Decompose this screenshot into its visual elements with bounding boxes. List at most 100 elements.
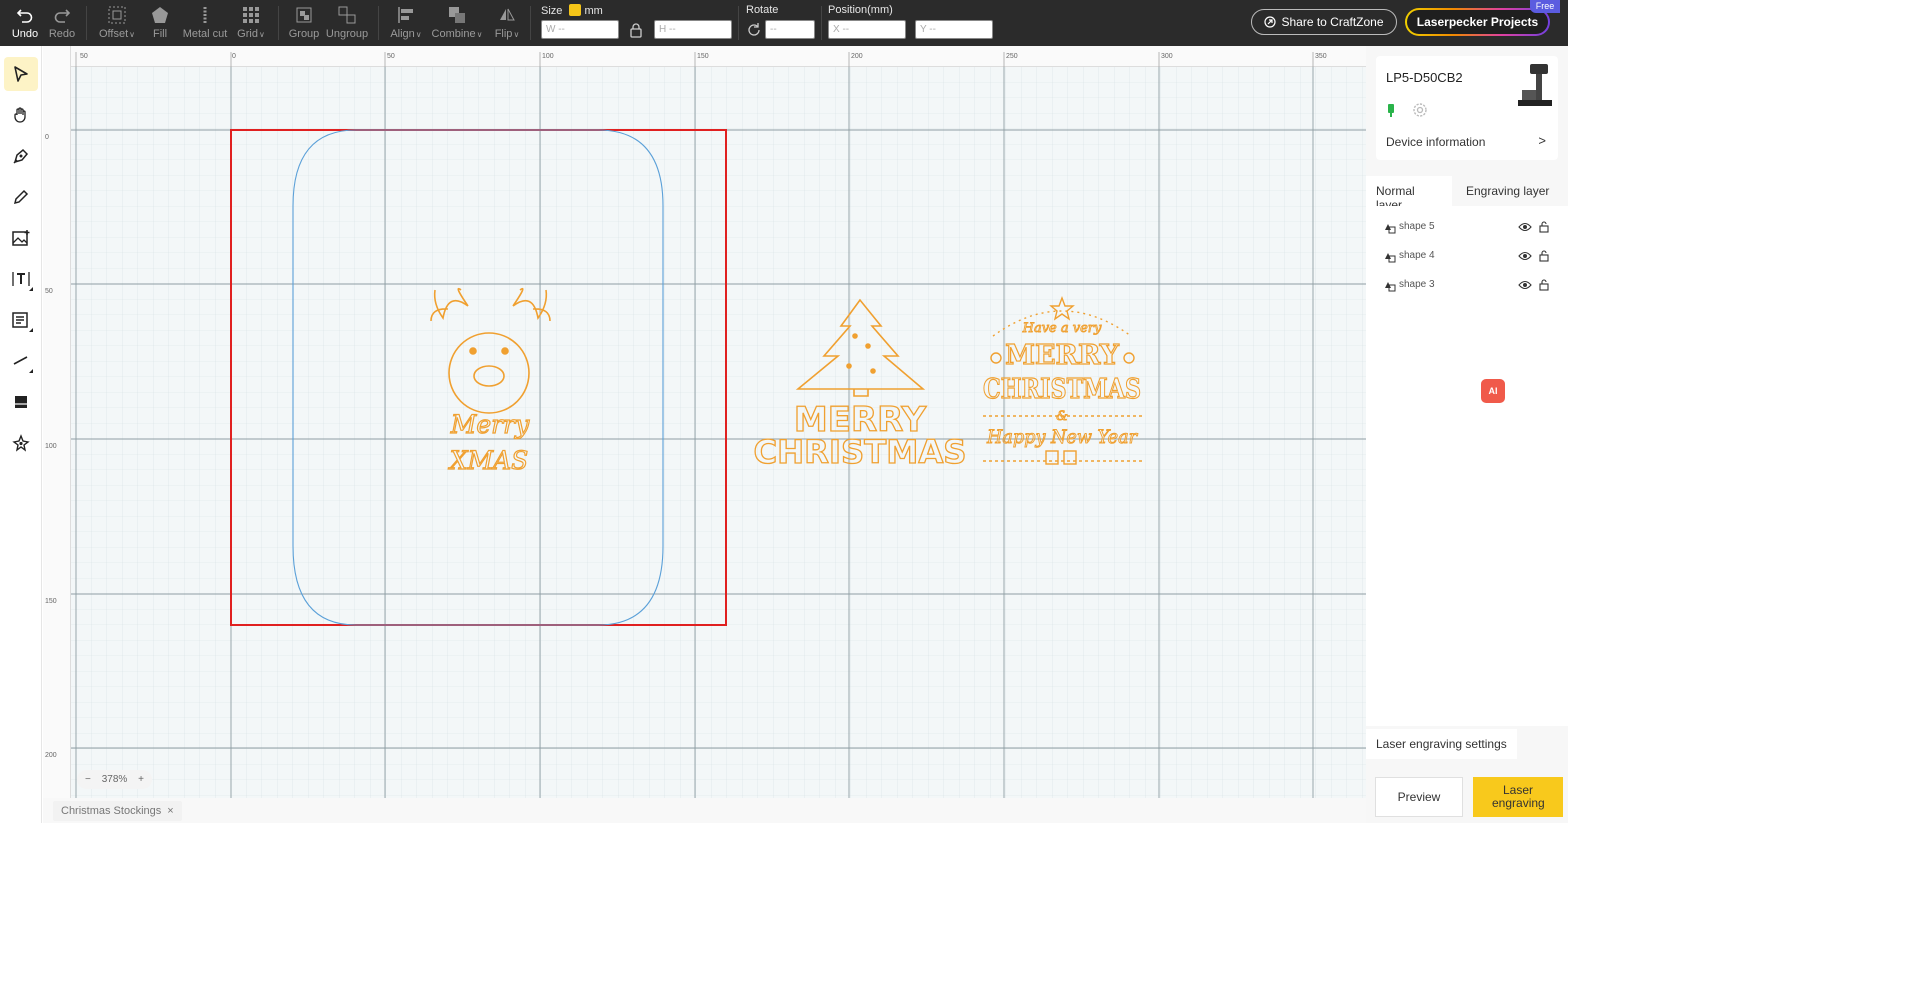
shape-icon	[1385, 282, 1396, 292]
hand-icon	[14, 107, 26, 123]
zoom-in-button[interactable]: +	[138, 774, 144, 785]
layer-row[interactable]: shape 3	[1366, 272, 1568, 300]
zoom-level: 378%	[101, 774, 128, 785]
device-card: LP5-D50CB2 Device information >	[1376, 56, 1558, 160]
laser-device-image	[1512, 62, 1554, 119]
flip-button[interactable]: Flip∨	[493, 0, 521, 46]
image-add-icon	[12, 230, 30, 246]
height-field[interactable]: H --	[654, 20, 732, 39]
rotate-label: Rotate	[746, 4, 779, 16]
layer-name: shape 3	[1399, 279, 1435, 290]
size-label: Size mm	[541, 4, 603, 17]
layer-tabs: Normal layer Engraving layer	[1366, 176, 1568, 212]
pan-tool[interactable]	[4, 98, 38, 132]
chevron-right-icon[interactable]: >	[1538, 133, 1546, 148]
unlock-icon[interactable]	[1538, 220, 1550, 233]
battery-icon	[1386, 102, 1396, 123]
device-name: LP5-D50CB2	[1386, 70, 1463, 85]
fill-button[interactable]: Fill	[148, 0, 172, 46]
eye-icon[interactable]	[1518, 250, 1532, 262]
offset-button[interactable]: Offset∨	[96, 0, 138, 46]
align-button[interactable]: Align∨	[389, 0, 423, 46]
text-icon	[12, 272, 30, 286]
preview-button[interactable]: Preview	[1375, 777, 1463, 817]
close-tab-icon[interactable]: ×	[167, 805, 173, 817]
material-tool[interactable]	[4, 385, 38, 419]
select-tool[interactable]	[4, 57, 38, 91]
metal-cut-icon	[194, 4, 216, 26]
size-unit[interactable]: mm	[584, 5, 602, 17]
y-position-field[interactable]: Y --	[915, 20, 993, 39]
greeting-text-have-a-very: Have a very	[1022, 321, 1102, 336]
laser-engraving-settings-tab[interactable]: Laser engraving settings	[1366, 729, 1517, 759]
x-position-field[interactable]: X --	[828, 20, 906, 39]
pen-tool[interactable]	[4, 139, 38, 173]
laser-engraving-button[interactable]: Laser engraving	[1473, 777, 1563, 817]
stocking-outline[interactable]	[292, 129, 664, 626]
group-icon	[293, 4, 315, 26]
metal-cut-button[interactable]: Metal cut	[183, 0, 227, 46]
lock-ratio-icon[interactable]	[629, 22, 643, 43]
offset-icon	[106, 4, 128, 26]
ungroup-label: Ungroup	[325, 28, 369, 40]
ai-design-tool[interactable]	[4, 426, 38, 460]
device-information-link[interactable]: Device information	[1386, 135, 1485, 149]
share-label: Share to CraftZone	[1281, 15, 1384, 29]
line-icon	[13, 356, 28, 365]
pencil-tool[interactable]	[4, 180, 38, 214]
rotate-field[interactable]: --	[765, 20, 815, 39]
eye-icon[interactable]	[1518, 279, 1532, 291]
unlock-icon[interactable]	[1538, 278, 1550, 291]
device-settings-icon[interactable]	[1412, 102, 1428, 123]
tab-normal-layer[interactable]: Normal layer	[1366, 176, 1452, 212]
reindeer-design[interactable]	[430, 287, 551, 414]
position-label: Position(mm)	[828, 4, 893, 16]
image-tool[interactable]	[4, 221, 38, 255]
work-area-boundary	[230, 129, 727, 626]
ungroup-button[interactable]: Ungroup	[325, 0, 369, 46]
layer-row[interactable]: shape 4	[1366, 243, 1568, 271]
projects-label: Laserpecker Projects	[1407, 10, 1548, 34]
tree-design[interactable]	[795, 298, 926, 397]
combine-button[interactable]: Combine∨	[431, 0, 483, 46]
design-canvas[interactable]: 50 0 50 100 150 200 250 300 350 0 50 100…	[43, 46, 1366, 798]
combine-label: Combine	[431, 28, 476, 40]
greeting-text-ampersand: &	[1056, 409, 1068, 424]
barcode-table-icon	[12, 312, 28, 328]
grid-button[interactable]: Grid∨	[236, 0, 266, 46]
undo-icon	[14, 4, 36, 26]
undo-button[interactable]: Undo	[10, 0, 40, 46]
share-craftzone-button[interactable]: Share to CraftZone	[1251, 9, 1397, 35]
layer-row[interactable]: shape 5	[1366, 214, 1568, 242]
group-button[interactable]: Group	[289, 0, 319, 46]
eye-icon[interactable]	[1518, 221, 1532, 233]
text-tool[interactable]	[4, 262, 38, 296]
laserpecker-projects-button[interactable]: Laserpecker Projects	[1405, 8, 1550, 36]
free-badge: Free	[1530, 0, 1560, 13]
ai-assistant-button[interactable]: AI	[1481, 379, 1505, 403]
share-icon	[1264, 16, 1277, 28]
redo-button[interactable]: Redo	[47, 0, 77, 46]
sparkle-gear-icon	[12, 434, 30, 452]
tab-engraving-layer[interactable]: Engraving layer	[1456, 176, 1568, 206]
toolbar-divider	[378, 6, 379, 40]
document-tab[interactable]: Christmas Stockings ×	[53, 801, 182, 821]
barcode-tool[interactable]	[4, 303, 38, 337]
design-layer: Merry XMAS MERRY CHRISTMAS Have a very M…	[230, 129, 1143, 626]
layer-list: shape 5 shape 4 shape 3	[1366, 206, 1568, 726]
unlock-icon[interactable]	[1538, 249, 1550, 262]
flip-icon	[496, 4, 518, 26]
fill-icon	[149, 4, 171, 26]
reindeer-text-xmas: XMAS	[448, 446, 529, 475]
line-tool[interactable]	[4, 344, 38, 378]
zoom-out-button[interactable]: −	[85, 774, 91, 785]
width-field[interactable]: W --	[541, 20, 619, 39]
document-tab-label: Christmas Stockings	[61, 805, 162, 817]
unit-chip[interactable]	[569, 4, 582, 16]
pen-nib-icon	[13, 148, 29, 164]
grid-label: Grid	[237, 28, 258, 40]
ungroup-icon	[336, 4, 358, 26]
greeting-text-happy-new-year: Happy New Year	[986, 426, 1139, 448]
fill-label: Fill	[152, 28, 168, 40]
toolbar-divider	[738, 6, 739, 40]
